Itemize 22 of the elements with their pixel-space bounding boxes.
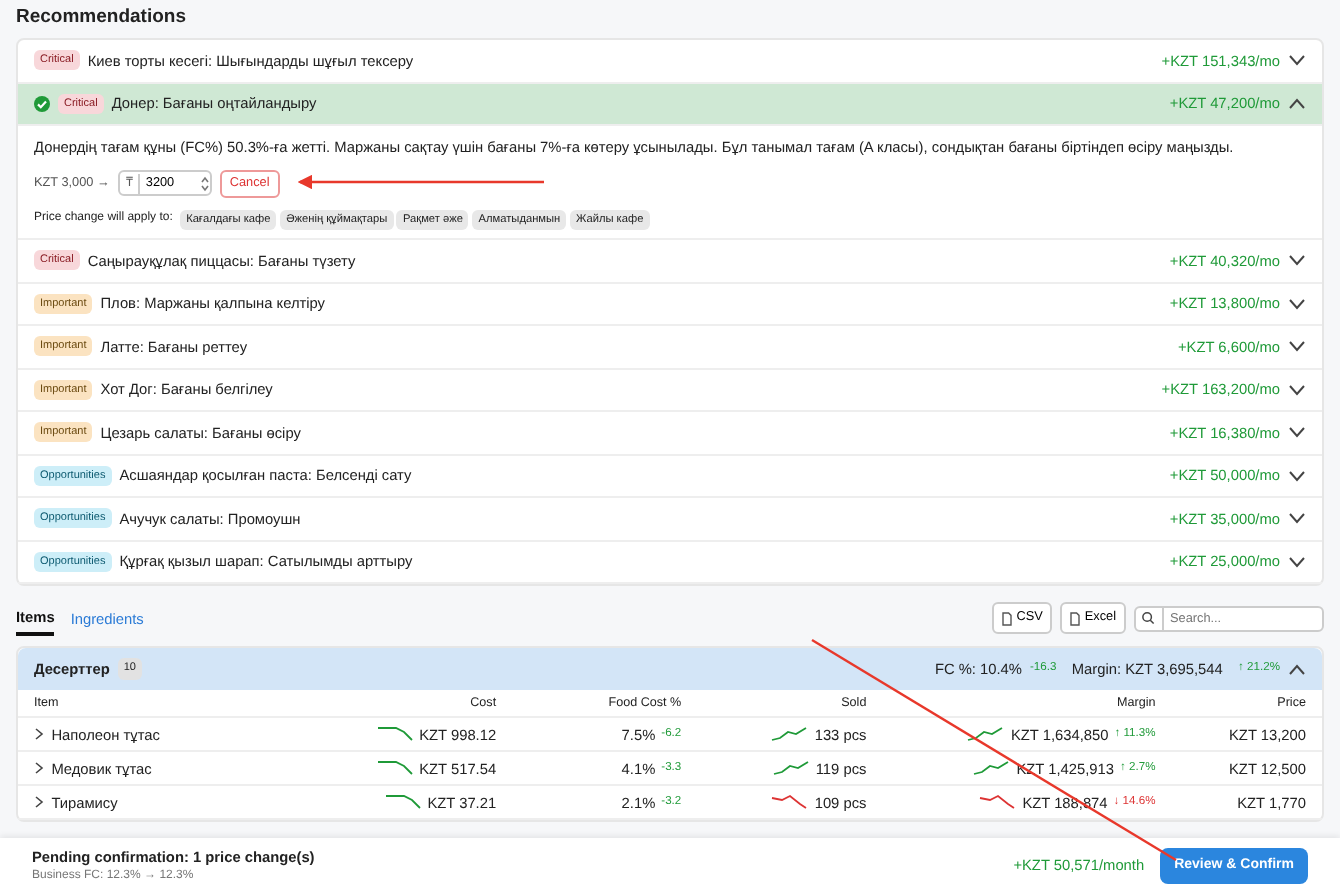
section-heading: Recommendations: [16, 4, 188, 32]
chevron-icon: [1288, 97, 1306, 110]
chevron-icon: [1288, 663, 1306, 676]
sparkline: [383, 794, 422, 811]
chevron-icon: [1288, 297, 1306, 310]
chevron-icon: [1288, 254, 1306, 267]
chevron-icon: [1288, 383, 1306, 396]
file-icon: [1070, 611, 1081, 626]
chevron-icon: [1288, 340, 1306, 353]
expand-icon: [34, 762, 44, 775]
check-icon: [34, 95, 50, 112]
sparkline: [375, 726, 414, 743]
stepper-icon: [199, 175, 210, 192]
sparkline: [375, 760, 414, 777]
chevron-icon: [1288, 426, 1306, 439]
chevron-icon: [1288, 54, 1306, 67]
chevron-icon: [1288, 555, 1306, 568]
chevron-icon: [1288, 469, 1306, 482]
file-icon: [1002, 611, 1013, 626]
expand-icon: [34, 796, 44, 809]
expand-icon: [34, 728, 44, 741]
chevron-icon: [1288, 512, 1306, 525]
